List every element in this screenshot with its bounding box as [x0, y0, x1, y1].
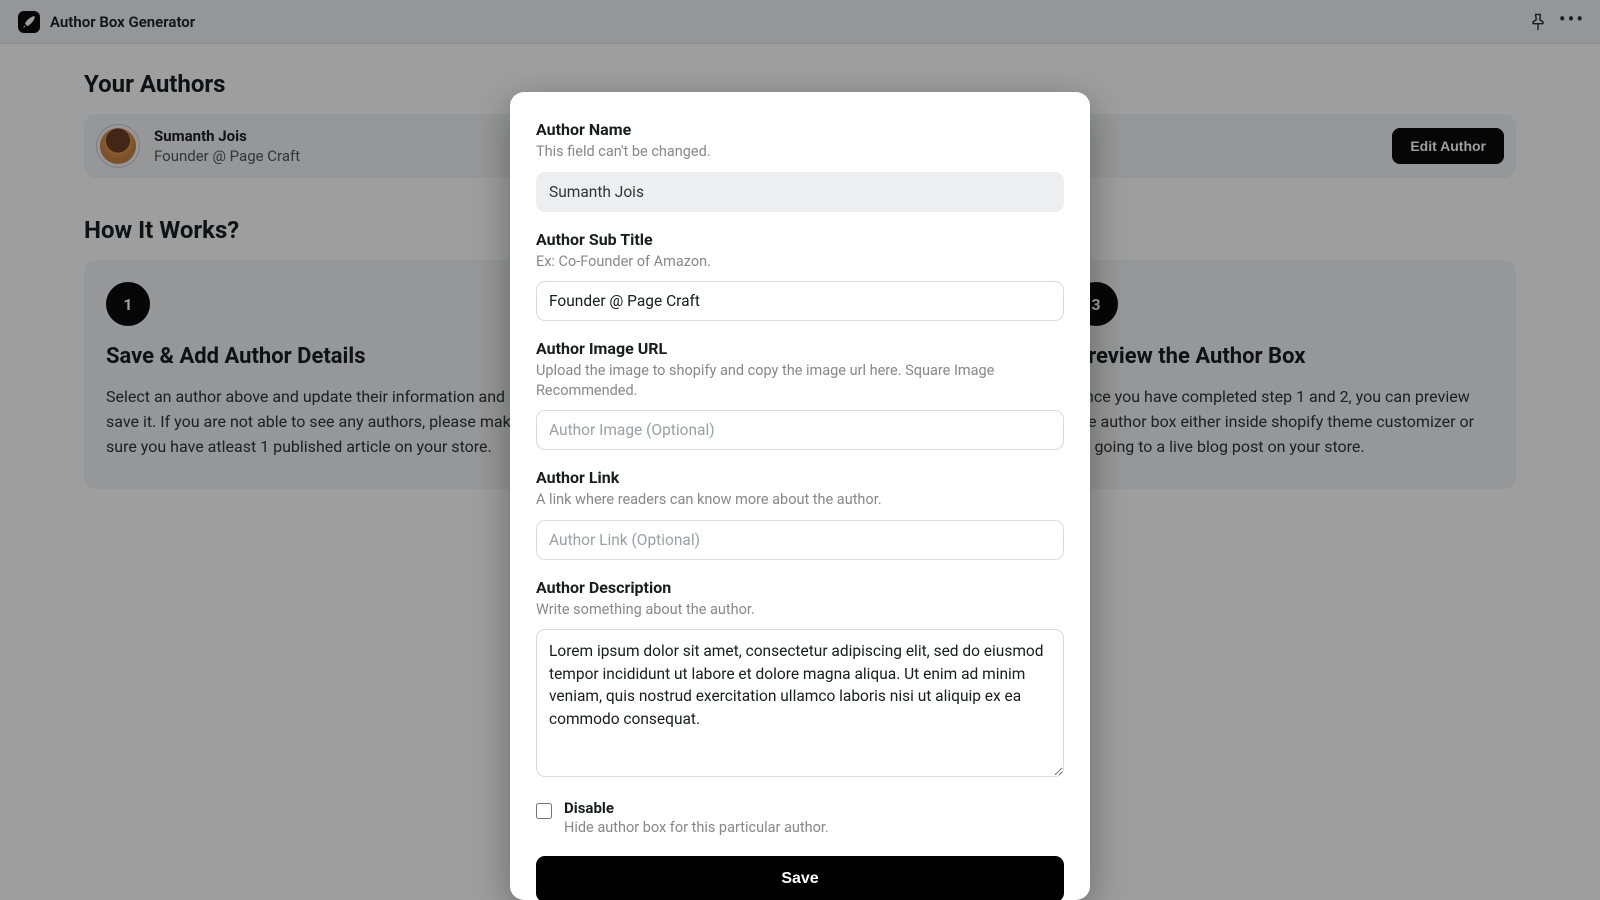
field-hint: Upload the image to shopify and copy the…	[536, 361, 1064, 400]
author-description-textarea[interactable]	[536, 629, 1064, 777]
author-subtitle-input[interactable]	[536, 281, 1064, 321]
modal-overlay[interactable]: Author Name This field can't be changed.…	[0, 0, 1600, 900]
save-button[interactable]: Save	[536, 856, 1064, 900]
field-hint: Write something about the author.	[536, 600, 1064, 620]
author-link-input[interactable]	[536, 520, 1064, 560]
field-hint: Ex: Co-Founder of Amazon.	[536, 252, 1064, 272]
author-image-url-input[interactable]	[536, 410, 1064, 450]
author-link-field: Author Link A link where readers can kno…	[536, 468, 1064, 560]
author-subtitle-field: Author Sub Title Ex: Co-Founder of Amazo…	[536, 230, 1064, 322]
disable-label: Disable	[564, 799, 829, 817]
field-label: Author Sub Title	[536, 230, 1064, 249]
author-name-field: Author Name This field can't be changed.	[536, 120, 1064, 212]
disable-author-row: Disable Hide author box for this particu…	[536, 799, 1064, 836]
edit-author-modal: Author Name This field can't be changed.…	[510, 92, 1090, 900]
field-hint: A link where readers can know more about…	[536, 490, 1064, 510]
field-label: Author Image URL	[536, 339, 1064, 358]
author-image-url-field: Author Image URL Upload the image to sho…	[536, 339, 1064, 450]
author-description-field: Author Description Write something about…	[536, 578, 1064, 782]
field-label: Author Description	[536, 578, 1064, 597]
disable-hint: Hide author box for this particular auth…	[564, 819, 829, 836]
disable-author-checkbox[interactable]	[536, 803, 552, 819]
author-name-input	[536, 172, 1064, 212]
field-label: Author Link	[536, 468, 1064, 487]
field-hint: This field can't be changed.	[536, 142, 1064, 162]
field-label: Author Name	[536, 120, 1064, 139]
